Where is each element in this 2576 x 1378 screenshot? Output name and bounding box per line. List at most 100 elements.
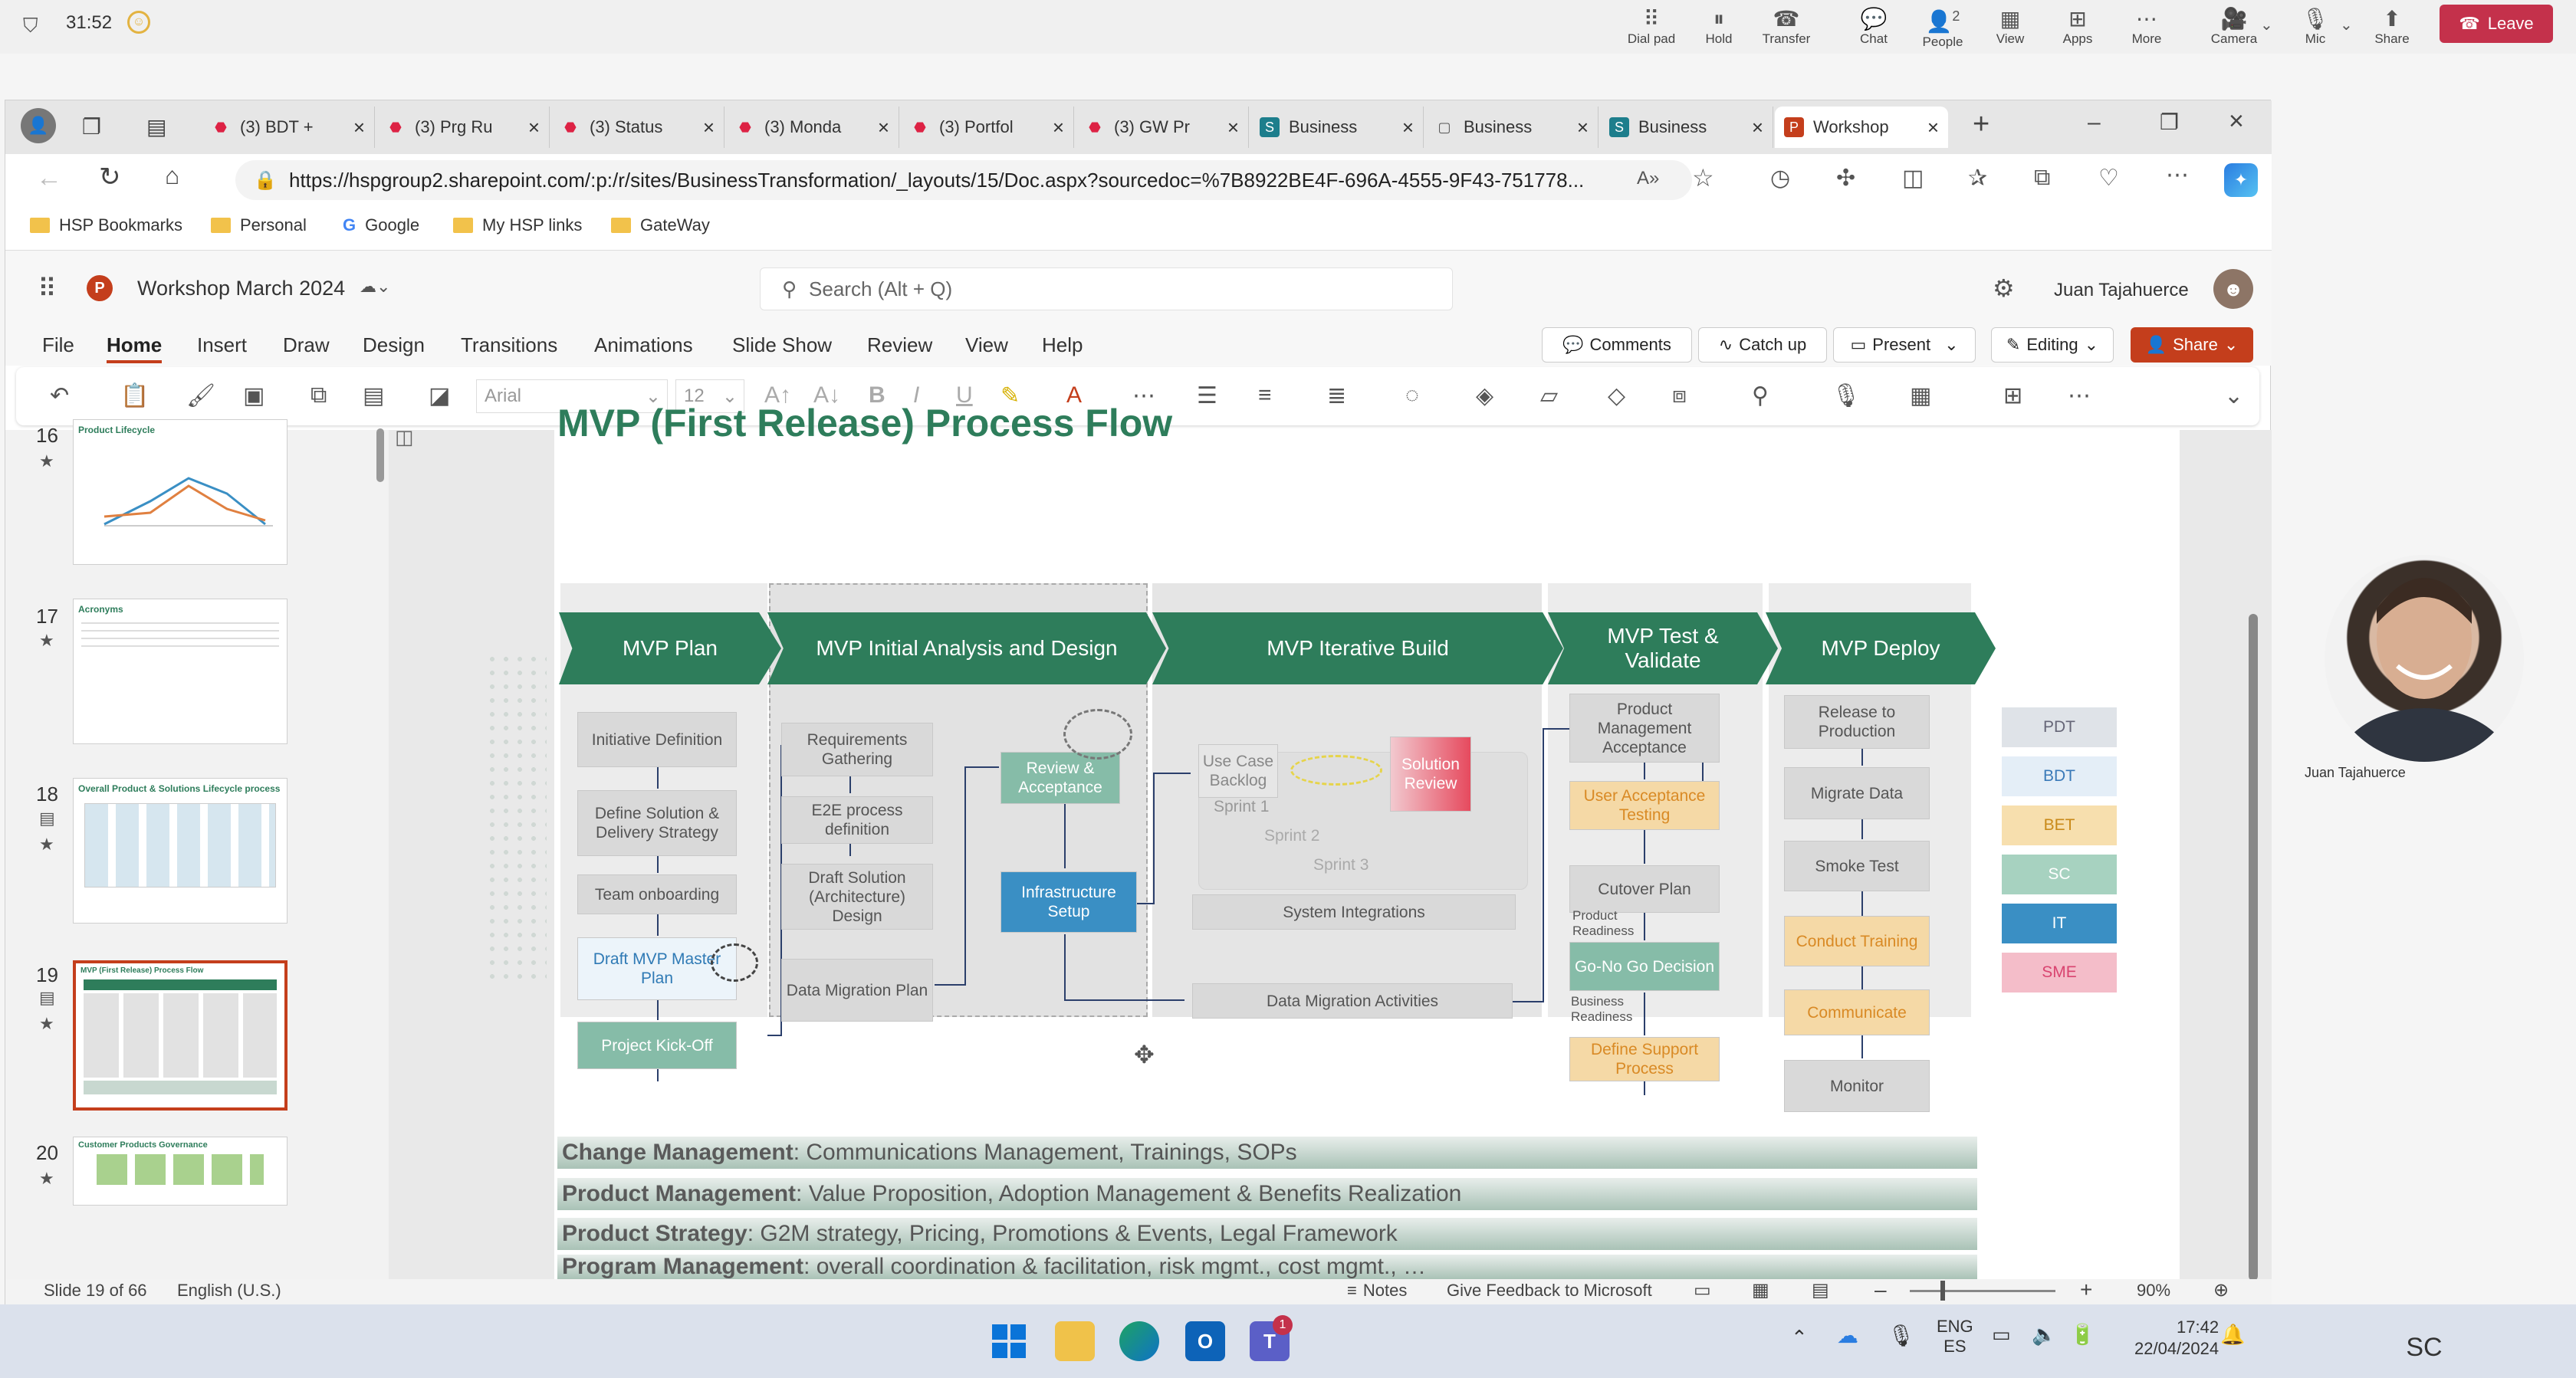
tab-view[interactable]: View xyxy=(965,333,1008,357)
leave-button[interactable]: ☎ Leave xyxy=(2440,5,2553,43)
extensions-icon[interactable]: ✣ xyxy=(1836,165,1855,192)
mic-options-chevron-icon[interactable]: ⌄ xyxy=(2340,15,2353,34)
shapes-icon[interactable]: ◌ xyxy=(1405,382,1419,408)
flow-step[interactable]: Team onboarding xyxy=(577,874,737,914)
file-explorer-icon[interactable] xyxy=(1055,1321,1095,1361)
shape-effects-icon[interactable]: ◇ xyxy=(1608,382,1625,409)
app-launcher-icon[interactable]: ⠿ xyxy=(38,274,57,304)
flow-step[interactable]: Initiative Definition xyxy=(577,712,737,767)
browser-tab[interactable]: S Business × xyxy=(1250,107,1424,148)
url-field[interactable]: 🔒 https://hspgroup2.sharepoint.com/:p:/r… xyxy=(235,160,1692,200)
settings-gear-icon[interactable]: ⚙ xyxy=(1993,274,2015,303)
browser-tab[interactable]: ⬣ (3) Status × xyxy=(551,107,724,148)
normal-view-icon[interactable]: ▭ xyxy=(1694,1279,1711,1301)
reading-view-icon[interactable]: ▤ xyxy=(1812,1279,1829,1301)
workspaces-icon[interactable]: ❐ xyxy=(82,114,101,139)
notes-button[interactable]: ≡ Notes xyxy=(1347,1281,1407,1301)
close-tab-icon[interactable]: × xyxy=(1220,116,1239,139)
workstream-band[interactable]: Program Management: overall coordination… xyxy=(557,1254,1977,1279)
search-input[interactable]: ⚲ Search (Alt + Q) xyxy=(760,267,1453,310)
slide-scrollbar[interactable] xyxy=(2249,614,2258,1281)
zoom-out-icon[interactable]: – xyxy=(1875,1278,1887,1302)
flow-step[interactable]: Review & Acceptance xyxy=(1001,752,1120,804)
bookmark-folder[interactable]: HSP Bookmarks xyxy=(30,215,182,235)
onedrive-icon[interactable]: ☁ xyxy=(1837,1323,1858,1348)
home-icon[interactable]: ⌂ xyxy=(165,162,179,190)
workstream-band[interactable]: Product Strategy: G2M strategy, Pricing,… xyxy=(557,1218,1977,1250)
battery-icon[interactable]: 🔋 xyxy=(2070,1323,2095,1347)
volume-icon[interactable]: 🔈 xyxy=(2032,1323,2056,1347)
flow-step[interactable]: Product Management Acceptance xyxy=(1569,694,1720,763)
flow-step[interactable]: Migrate Data xyxy=(1784,767,1930,819)
flow-step[interactable]: Data Migration Activities xyxy=(1192,983,1513,1019)
start-icon[interactable] xyxy=(989,1321,1029,1361)
slide-thumbnail-19-selected[interactable]: MVP (First Release) Process Flow xyxy=(73,960,288,1111)
history-icon[interactable]: ◷ xyxy=(1770,165,1790,192)
slide-sorter-icon[interactable]: ▦ xyxy=(1752,1279,1769,1301)
close-tab-icon[interactable]: × xyxy=(1920,116,1939,139)
tab-draw[interactable]: Draw xyxy=(283,333,330,357)
flow-step[interactable]: E2E process definition xyxy=(781,796,933,844)
bookmark-folder[interactable]: Personal xyxy=(211,215,307,235)
sync-status-icon[interactable]: ☁⌄ xyxy=(360,277,390,297)
present-button[interactable]: ▭ Present ⌄ xyxy=(1833,327,1976,363)
participant-video[interactable] xyxy=(2325,555,2524,762)
collapse-pane-icon[interactable]: ◫ xyxy=(395,425,414,449)
ribbon-more-icon[interactable]: ⋯ xyxy=(2068,382,2091,409)
user-avatar[interactable]: ☻ xyxy=(2213,269,2253,309)
numbering-icon[interactable]: ≡ xyxy=(1258,382,1272,408)
flow-step[interactable]: Communicate xyxy=(1784,989,1930,1035)
close-tab-icon[interactable]: × xyxy=(695,116,715,139)
performance-icon[interactable]: ♡ xyxy=(2098,165,2119,192)
fill-icon[interactable]: ◈ xyxy=(1476,382,1493,409)
reuse-slides-icon[interactable]: ⧉ xyxy=(310,382,327,408)
split-screen-icon[interactable]: ◫ xyxy=(1902,165,1924,192)
people-button[interactable]: 👤2 People xyxy=(1912,0,1973,54)
transfer-button[interactable]: ☎ Transfer xyxy=(1756,0,1817,54)
camera-button[interactable]: 🎥 Camera xyxy=(2203,0,2265,54)
undo-icon[interactable]: ↶ xyxy=(50,382,69,409)
flow-step[interactable]: Cutover Plan xyxy=(1569,865,1720,913)
input-language[interactable]: ENG ES xyxy=(1937,1317,1973,1357)
flow-step[interactable]: User Acceptance Testing xyxy=(1569,781,1720,830)
tab-home[interactable]: Home xyxy=(107,333,163,363)
browser-tab[interactable]: ⬣ (3) BDT + × xyxy=(202,107,375,148)
show-hidden-icons-chevron-icon[interactable]: ⌃ xyxy=(1791,1326,1808,1350)
file-title[interactable]: Workshop March 2024 xyxy=(137,277,345,300)
slide-thumbnail-18[interactable]: Overall Product & Solutions Lifecycle pr… xyxy=(73,778,288,924)
zoom-slider-thumb[interactable] xyxy=(1940,1281,1945,1301)
arrange-icon[interactable]: ⧈ xyxy=(1672,382,1687,408)
close-tab-icon[interactable]: × xyxy=(870,116,889,139)
layout-icon[interactable]: ▤ xyxy=(363,382,384,409)
edge-browser-icon[interactable] xyxy=(1119,1321,1159,1361)
browser-tab[interactable]: ⬣ (3) GW Pr × xyxy=(1076,107,1249,148)
more-button[interactable]: ⋯ More xyxy=(2116,0,2177,54)
slide-thumbnail-17[interactable]: Acronyms xyxy=(73,599,288,744)
flow-step[interactable]: Requirements Gathering xyxy=(781,723,933,776)
favorite-star-icon[interactable]: ☆ xyxy=(1692,163,1714,192)
notification-bell-icon[interactable]: 🔔 xyxy=(2220,1323,2245,1347)
tab-help[interactable]: Help xyxy=(1042,333,1083,357)
workstream-band[interactable]: Change Management: Communications Manage… xyxy=(557,1137,1977,1169)
close-window-icon[interactable]: × xyxy=(2229,107,2244,136)
collections-icon[interactable]: ⧉ xyxy=(2034,165,2050,191)
slide-thumbnail-16[interactable]: Product Lifecycle xyxy=(73,419,288,565)
taskbar-mic-icon[interactable]: 🎙 xyxy=(1888,1323,1915,1348)
flow-step[interactable]: Conduct Training xyxy=(1784,916,1930,966)
close-tab-icon[interactable]: × xyxy=(521,116,540,139)
browser-menu-icon[interactable]: ⋯ xyxy=(2166,162,2189,189)
back-icon[interactable]: ← xyxy=(36,163,62,193)
ribbon-expand-chevron-icon[interactable]: ⌄ xyxy=(2224,382,2243,409)
bullets-icon[interactable]: ☰ xyxy=(1197,382,1217,409)
flow-step[interactable]: Use Case Backlog xyxy=(1198,744,1278,798)
network-icon[interactable]: ▭ xyxy=(1992,1323,2011,1347)
outline-icon[interactable]: ▱ xyxy=(1540,382,1558,409)
close-tab-icon[interactable]: × xyxy=(1744,116,1763,139)
browser-tab[interactable]: S Business × xyxy=(1600,107,1773,148)
tab-insert[interactable]: Insert xyxy=(197,333,247,357)
thumbnail-scrollbar[interactable] xyxy=(376,428,384,482)
read-aloud-icon[interactable]: A» xyxy=(1637,168,1659,189)
clock[interactable]: 17:42 22/04/2024 xyxy=(2134,1317,2219,1360)
find-icon[interactable]: ⚲ xyxy=(1752,382,1769,409)
flow-step[interactable]: Infrastructure Setup xyxy=(1001,871,1137,933)
